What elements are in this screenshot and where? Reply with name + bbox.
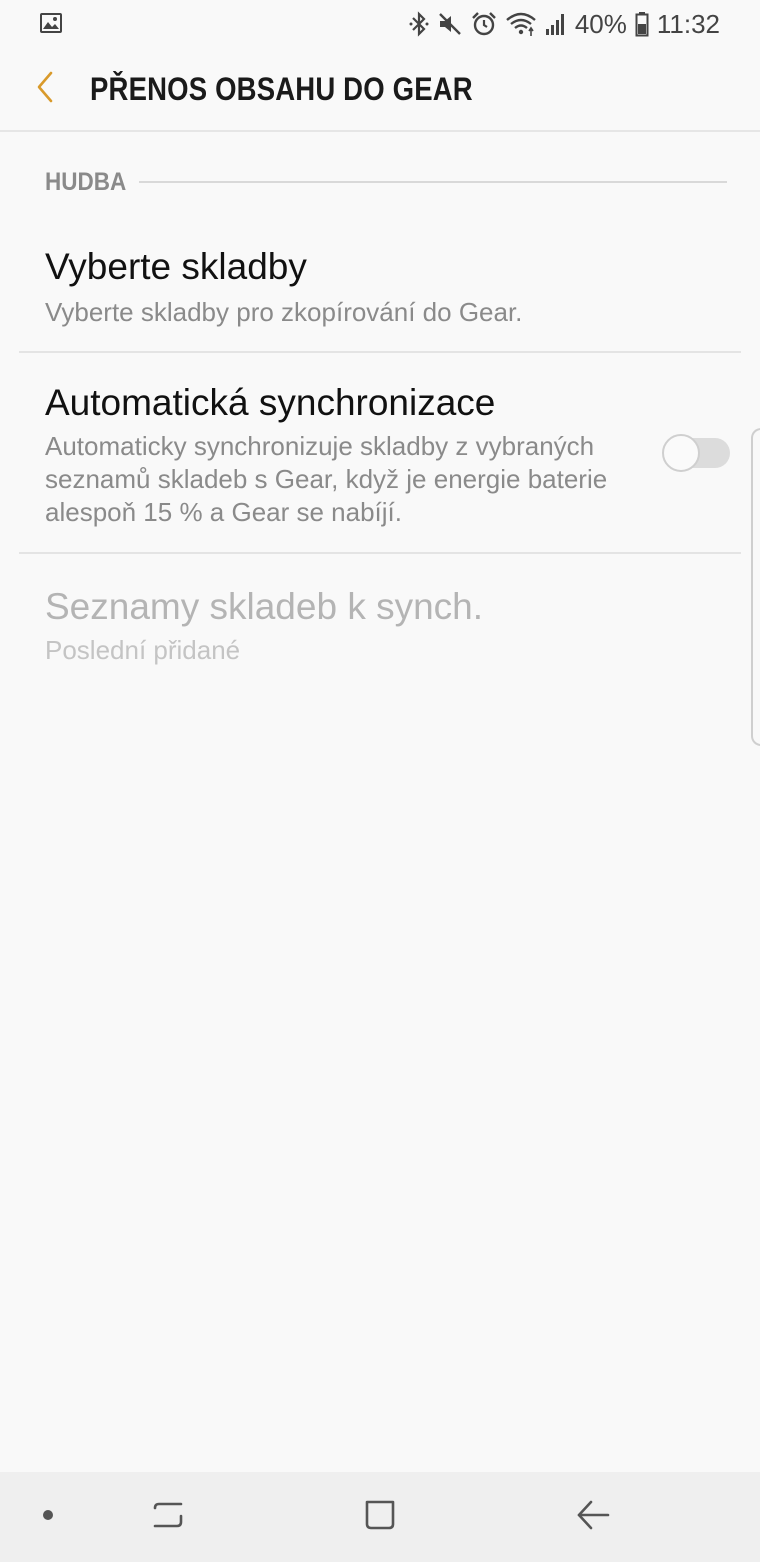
item-title: Seznamy skladeb k synch. [45,586,484,627]
divider [19,351,741,353]
home-icon [363,1498,397,1537]
alarm-icon [471,11,497,37]
list-item-playlists-sync: Seznamy skladeb k synch. Poslední přidan… [0,556,760,686]
bluetooth-icon [409,11,429,37]
battery-percent: 40% [574,8,627,39]
navigation-bar [0,1472,760,1562]
edge-panel-handle[interactable] [751,428,760,746]
item-subtitle: Poslední přidané [45,635,241,665]
screen: 40% 11:32 PŘENOS OBSAHU DO GEAR HUDBA Vy… [0,0,760,1562]
auto-sync-toggle[interactable] [662,434,730,472]
status-left [40,9,62,40]
list-item-auto-sync[interactable]: Automatická synchronizace Automaticky sy… [0,354,760,552]
item-title: Vyberte skladby [45,246,307,287]
recent-apps-icon [151,1498,185,1537]
status-time: 11:32 [656,8,720,39]
section-title: HUDBA [45,167,127,196]
back-arrow-icon [575,1498,611,1537]
item-subtitle: Vyberte skladby pro zkopírování do Gear. [45,297,523,327]
battery-icon [635,11,649,37]
divider [19,552,741,554]
mute-icon [437,11,463,37]
page-title: PŘENOS OBSAHU DO GEAR [90,70,473,107]
item-title: Automatická synchronizace [45,382,496,423]
status-right: 40% 11:32 [409,9,720,40]
app-bar: PŘENOS OBSAHU DO GEAR [0,48,760,132]
section-header: HUDBA [45,166,727,198]
item-subtitle: Automaticky synchronizuje skladby z vybr… [45,431,608,527]
wifi-icon [505,11,537,37]
back-nav-button[interactable] [563,1472,623,1562]
status-bar: 40% 11:32 [0,0,760,48]
section-divider [139,181,727,183]
signal-icon [545,11,567,37]
recent-apps-button[interactable] [138,1472,198,1562]
nav-dot-icon [41,1508,55,1527]
nav-dot-button[interactable] [28,1472,68,1562]
toggle-knob [662,434,700,472]
list-item-select-tracks[interactable]: Vyberte skladby Vyberte skladby pro zkop… [0,232,760,352]
back-button[interactable] [0,47,90,131]
home-button[interactable] [350,1472,410,1562]
gallery-notification-icon [40,9,62,40]
chevron-left-icon [35,71,55,108]
